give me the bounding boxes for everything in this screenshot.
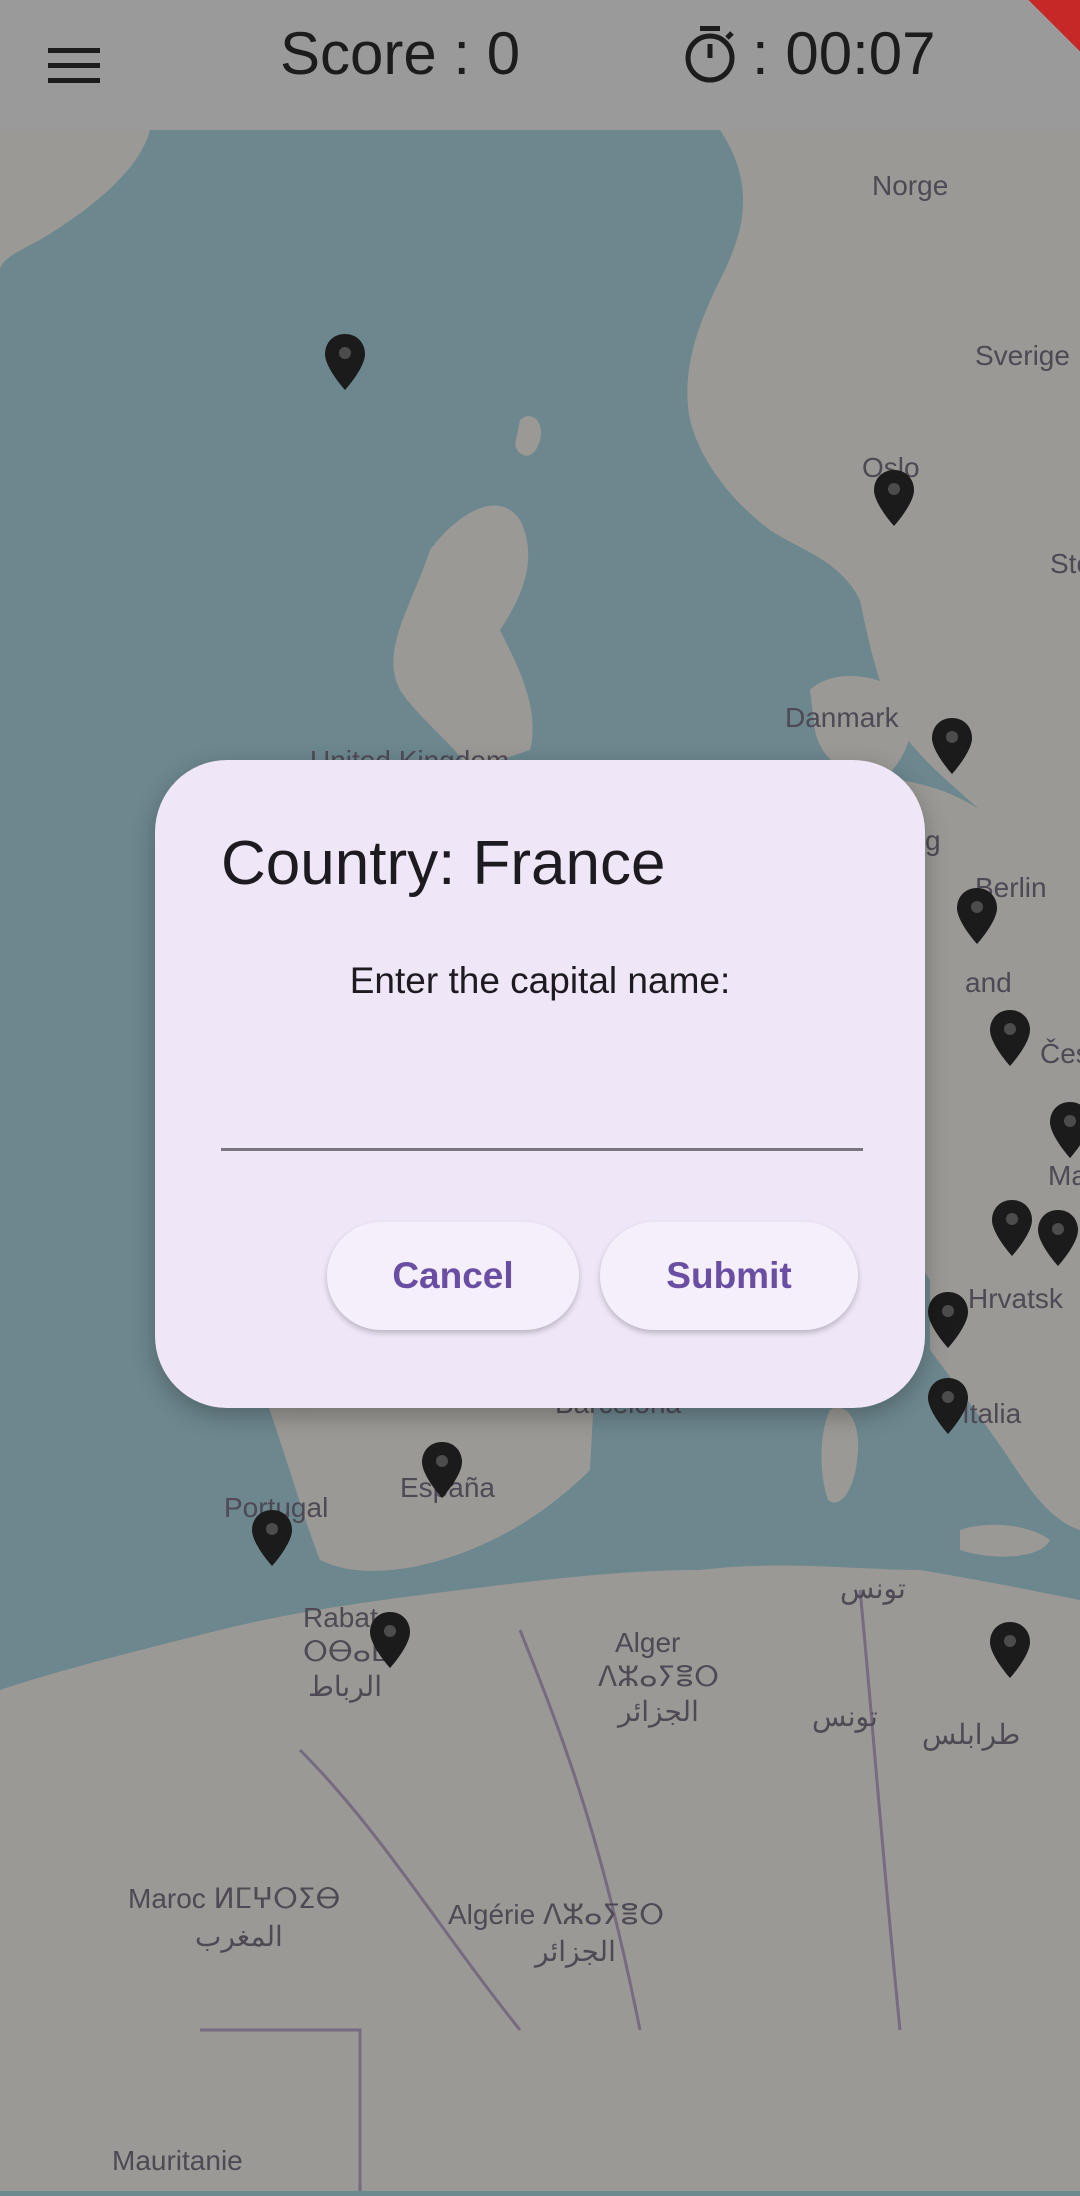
app-bar: Score : 0 : 00:07: [0, 0, 1080, 130]
capital-input[interactable]: [221, 1080, 863, 1151]
timer: : 00:07: [682, 14, 936, 94]
cancel-button[interactable]: Cancel: [327, 1222, 579, 1330]
dialog-title: Country: France: [221, 829, 666, 898]
capital-dialog: Country: France Enter the capital name: …: [155, 760, 925, 1408]
menu-button[interactable]: [34, 26, 114, 106]
hamburger-menu-icon: [48, 48, 100, 83]
stopwatch-icon: [685, 26, 735, 83]
debug-banner: [1004, 0, 1080, 62]
submit-button[interactable]: Submit: [600, 1222, 858, 1330]
dialog-prompt: Enter the capital name:: [349, 960, 731, 1001]
timer-value: : 00:07: [752, 20, 936, 87]
score-label: Score : 0: [280, 20, 521, 87]
